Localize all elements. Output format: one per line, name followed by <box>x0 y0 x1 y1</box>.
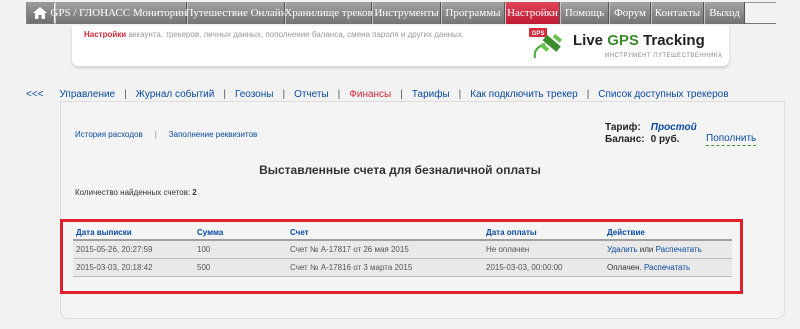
menu-item-1[interactable]: Путешествие Онлайн <box>185 2 287 24</box>
column-header-2[interactable]: Счет <box>287 225 483 241</box>
subnav-item-1[interactable]: Журнал событий <box>136 89 215 100</box>
column-header-0[interactable]: Дата выписки <box>73 225 194 241</box>
cell-date: 2015-03-03, 20:18:42 <box>73 258 194 277</box>
tariff-link[interactable]: Простой <box>651 122 697 133</box>
column-header-1[interactable]: Сумма <box>194 225 287 241</box>
subnav-item-4[interactable]: Финансы <box>349 89 391 100</box>
subnav-item-2[interactable]: Геозоны <box>235 89 274 100</box>
or-text: или <box>637 244 656 254</box>
cell-actions: Оплачен. Распечатать <box>604 258 732 277</box>
print-link[interactable]: Распечатать <box>644 263 690 272</box>
subnav-back-link[interactable]: <<< <box>26 89 44 100</box>
menu-item-5[interactable]: Настройки <box>505 2 560 24</box>
header-banner: Настройки аккаунта, трекеров, личных дан… <box>72 26 729 66</box>
invoices-table: Дата выписки Сумма Счет Дата оплаты Действие… <box>73 225 732 277</box>
column-header-4[interactable]: Действие <box>604 225 732 241</box>
cell-actions: Удалить или Распечатать <box>604 240 732 259</box>
subnav-separator: | <box>586 88 590 100</box>
cell-paid: Не оплачен <box>483 240 604 259</box>
menu-item-3[interactable]: Инструменты <box>372 2 441 24</box>
sub-navigation: <<< Управление | Журнал событий | Геозоны | Отч… <box>26 87 729 101</box>
subnav-separator: | <box>458 88 462 100</box>
tariff-label: Тариф: <box>605 122 641 133</box>
subnav-separator: | <box>282 88 286 100</box>
requisites-link[interactable]: Заполнение реквизитов <box>169 130 258 139</box>
subnav-item-0[interactable]: Управление <box>60 89 116 100</box>
subnav-separator: | <box>400 88 403 100</box>
subnav-separator: | <box>124 88 127 100</box>
table-row: 2015-05-26, 20:27:59 100 Счет № А-17817 от… <box>73 240 732 259</box>
status-text: Оплачен. <box>607 262 644 272</box>
invoice-count: Количество найденных счетов: 2 <box>75 188 197 197</box>
svg-text:GPS: GPS <box>532 31 545 37</box>
cell-paid: 2015-03-03, 00:00:00 <box>483 258 604 277</box>
invoice-count-value: 2 <box>192 188 197 197</box>
logo-title: Live GPS Tracking <box>573 32 705 49</box>
menu-item-4[interactable]: Программы <box>441 2 505 24</box>
subnav-separator: | <box>337 88 341 100</box>
subnav-item-6[interactable]: Как подключить трекер <box>470 89 577 100</box>
finance-links: История расходов | Заполнение реквизитов <box>75 130 258 139</box>
gps-satellite-icon: GPS <box>529 28 563 59</box>
page-title: Выставленные счета для безналичной оплат… <box>259 163 541 177</box>
menu-item-2[interactable]: Хранилище треков <box>284 2 373 24</box>
balance-value: 0 руб. <box>650 134 680 145</box>
menu-item-8[interactable]: Контакты <box>651 2 704 24</box>
cell-date: 2015-05-26, 20:27:59 <box>73 240 194 259</box>
cell-invoice: Счет № А-17816 от 3 марта 2015 <box>287 258 483 277</box>
print-link[interactable]: Распечатать <box>656 245 702 254</box>
banner-description: Настройки аккаунта, трекеров, личных дан… <box>84 30 465 39</box>
logo: GPS Live GPS Tracking ИНСТРУМЕНТ ПУТЕШЕС… <box>527 28 722 64</box>
column-header-3[interactable]: Дата оплаты <box>483 225 604 241</box>
top-menu: GPS / ГЛОНАСС Мониторинг Путешествие Онла… <box>26 2 776 24</box>
subnav-item-5[interactable]: Тарифы <box>412 89 450 100</box>
cell-sum: 100 <box>194 240 287 259</box>
balance-label: Баланс: <box>605 134 645 145</box>
delete-link[interactable]: Удалить <box>607 245 638 254</box>
table-row: 2015-03-03, 20:18:42 500 Счет № А-17816 от… <box>73 258 732 277</box>
cell-invoice: Счет № А-17817 от 26 мая 2015 <box>287 240 483 259</box>
subnav-item-7[interactable]: Список доступных трекеров <box>598 89 728 100</box>
logo-subtitle: ИНСТРУМЕНТ ПУТЕШЕСТВЕННИКА <box>605 53 723 59</box>
menu-item-7[interactable]: Форум <box>609 2 651 24</box>
menu-item-6[interactable]: Помощь <box>560 2 609 24</box>
tariff-block: Тариф: Простой Баланс: 0 руб. <box>605 122 697 146</box>
subnav-item-3[interactable]: Отчеты <box>294 89 329 100</box>
history-link[interactable]: История расходов <box>75 130 143 139</box>
subnav-separator: | <box>223 88 226 100</box>
topup-link[interactable]: Пополнить <box>706 133 757 146</box>
menu-item-0[interactable]: GPS / ГЛОНАСС Мониторинг <box>50 2 192 24</box>
menu-item-9[interactable]: Выход <box>704 2 745 24</box>
cell-sum: 500 <box>194 258 287 277</box>
